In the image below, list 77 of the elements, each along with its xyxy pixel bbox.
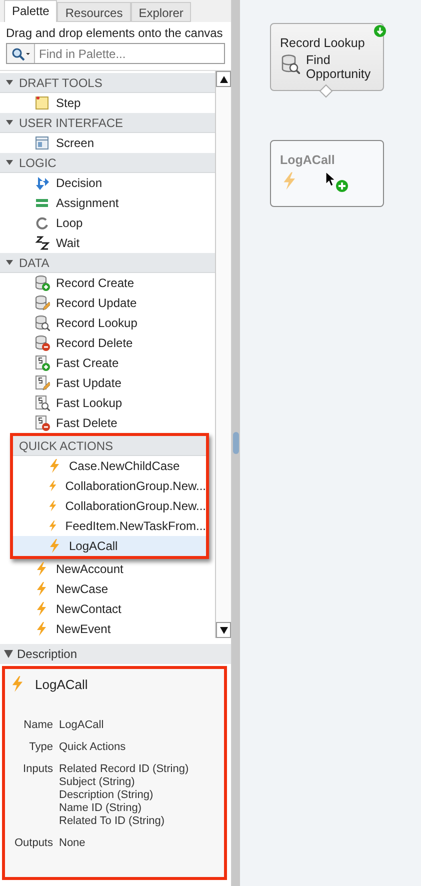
palette-item[interactable]: Fast Create (0, 353, 215, 373)
up-arrow-icon (220, 76, 228, 82)
palette-item[interactable]: Record Lookup (0, 313, 215, 333)
section-header[interactable]: USER INTERFACE (0, 113, 215, 133)
caret-icon (6, 119, 13, 126)
search-icon[interactable] (7, 44, 35, 63)
tab[interactable]: Palette (4, 0, 58, 22)
node-title: LogACall (280, 153, 336, 167)
palette-item[interactable]: Fast Update (0, 373, 215, 393)
sobject-icon (34, 375, 50, 391)
palette-item[interactable]: Record Delete (0, 333, 215, 353)
palette-item[interactable]: NewCase (0, 579, 215, 599)
field-value: Name ID (String) (59, 802, 143, 814)
split-arrow-icon (34, 175, 50, 191)
palette-item[interactable]: Fast Lookup (0, 393, 215, 413)
sleep-icon (34, 235, 50, 251)
caret-icon (6, 259, 13, 266)
section-header[interactable]: LOGIC (0, 153, 215, 173)
node-title: Record Lookup (280, 36, 366, 50)
caret-icon (6, 79, 13, 86)
palette-item[interactable]: Record Update (0, 293, 215, 313)
field-value: None (59, 837, 86, 849)
field-value: Related Record ID (String) (59, 763, 190, 775)
palette-item[interactable]: CollaborationGroup.New... (13, 496, 206, 516)
cursor-add-icon (325, 171, 349, 193)
field-value: Quick Actions (59, 741, 127, 753)
tab[interactable]: Explorer (130, 2, 192, 22)
field-value: Subject (String) (59, 776, 136, 788)
search-field[interactable]: Find in Palette... (6, 43, 225, 64)
field-value: Related To ID (String) (59, 815, 166, 827)
field-label: Type (28, 741, 53, 753)
palette-item[interactable]: Step (0, 93, 215, 113)
database-icon (34, 335, 50, 351)
field-label: Inputs (22, 763, 53, 777)
palette-item[interactable]: Assignment (0, 193, 215, 213)
field-value: LogACall (59, 719, 105, 731)
palette-item[interactable]: Wait (0, 233, 215, 253)
palette-item[interactable]: NewEvent (0, 619, 215, 638)
window-icon (34, 135, 50, 151)
palette-item[interactable]: NewAccount (0, 559, 215, 579)
description-title: LogACall (35, 676, 88, 692)
sobject-icon (34, 415, 50, 431)
caret-icon (4, 650, 13, 658)
section-header[interactable]: QUICK ACTIONS (13, 436, 206, 456)
palette-item[interactable]: Loop (0, 213, 215, 233)
field-label: Name (22, 719, 53, 731)
palette-item[interactable]: NewContact (0, 599, 215, 619)
database-icon (34, 315, 50, 331)
palette-item[interactable]: CollaborationGroup.New... (13, 476, 206, 496)
palette-item[interactable]: LogACall (13, 536, 206, 556)
section-header[interactable]: DATA (0, 253, 215, 273)
section-header[interactable]: DRAFT TOOLS (0, 73, 215, 93)
database-icon (34, 275, 50, 291)
field-label: Outputs (13, 837, 53, 849)
palette-item[interactable]: Case.NewChildCase (13, 456, 206, 476)
tab[interactable]: Resources (57, 2, 131, 22)
scroll-up-button[interactable] (216, 71, 231, 87)
description-header[interactable]: Description (0, 644, 231, 664)
field-value: Description (String) (59, 789, 154, 801)
palette-item[interactable]: Record Create (0, 273, 215, 293)
database-icon (34, 295, 50, 311)
scroll-down-button[interactable] (216, 622, 231, 638)
palette-item[interactable]: Fast Delete (0, 413, 215, 433)
connector-handle[interactable] (319, 84, 333, 98)
loop-icon (34, 215, 50, 231)
instruction-text: Drag and drop elements onto the canvas (5, 25, 224, 42)
palette-item[interactable]: Screen (0, 133, 215, 153)
note-icon (34, 95, 50, 111)
sobject-icon (34, 355, 50, 371)
database-icon (280, 54, 300, 74)
node-label: Find Opportunity (306, 54, 372, 82)
flow-node[interactable]: Record Lookup Find Opportunity (270, 23, 384, 90)
palette-item[interactable]: Decision (0, 173, 215, 193)
palette-item[interactable]: FeedItem.NewTaskFrom... (13, 516, 206, 536)
down-arrow-icon (220, 626, 228, 634)
caret-icon (6, 159, 13, 166)
sobject-icon (34, 395, 50, 411)
